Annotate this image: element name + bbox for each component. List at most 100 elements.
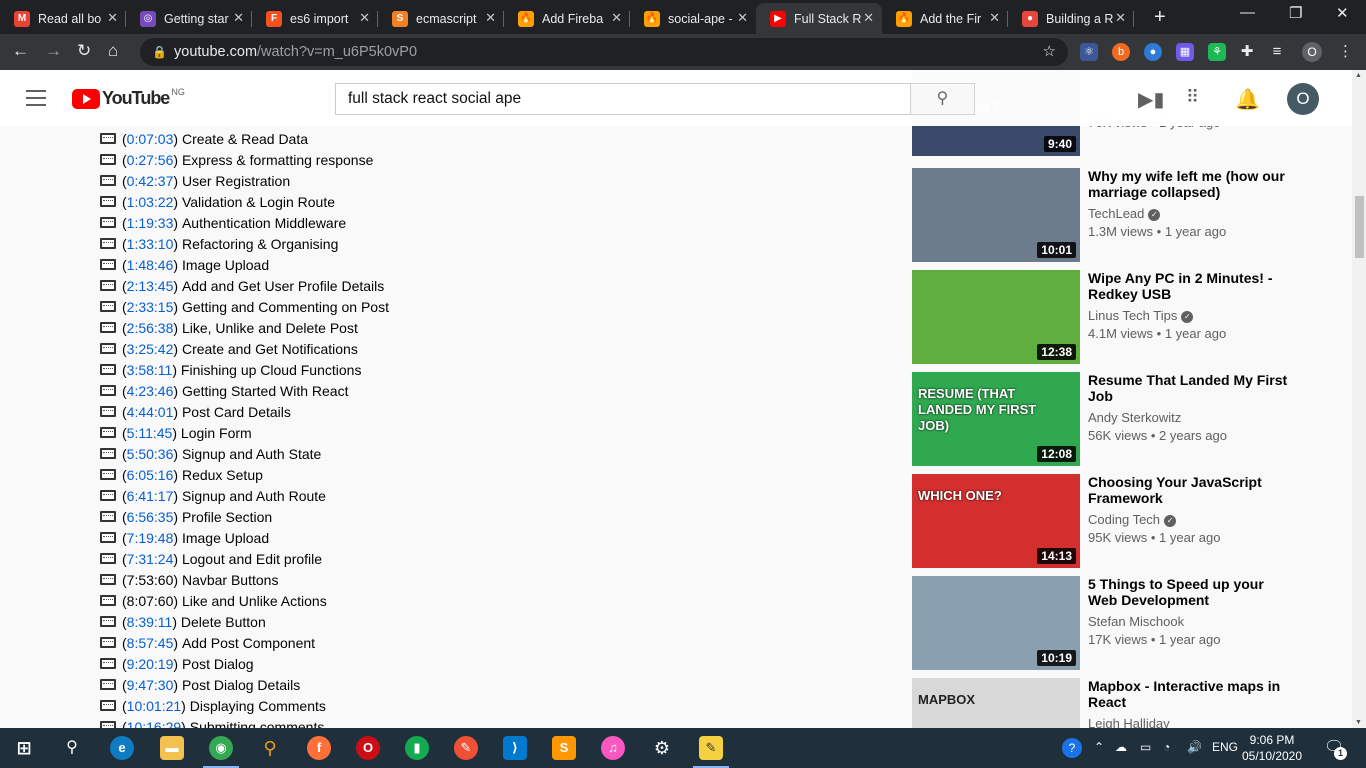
chapter-timestamp-link[interactable]: (5:50:36) xyxy=(122,446,182,462)
new-tab-button[interactable]: + xyxy=(1154,6,1166,29)
video-title[interactable]: Resume That Landed My First Job xyxy=(1088,372,1288,404)
notifications-bell-icon[interactable]: 🔔 xyxy=(1235,87,1260,112)
chapter-time[interactable]: 9:47:30 xyxy=(127,677,174,693)
vscode-icon[interactable]: ⟩ xyxy=(503,736,527,760)
chapter-timestamp-link[interactable]: (1:03:22) xyxy=(122,194,182,210)
apps-grid-icon[interactable]: ⠿ xyxy=(1186,87,1199,108)
chapter-time[interactable]: 5:50:36 xyxy=(127,446,174,462)
back-icon[interactable]: ← xyxy=(12,41,29,61)
volume-icon[interactable]: 🔊 xyxy=(1187,740,1202,754)
video-title[interactable]: Mapbox - Interactive maps in React xyxy=(1088,678,1288,710)
chapter-timestamp-link[interactable]: (6:05:16) xyxy=(122,467,182,483)
video-thumbnail[interactable]: WHICH ONE? 14:13 xyxy=(912,474,1080,568)
chapter-time[interactable]: 5:11:45 xyxy=(127,425,173,441)
windows-start-icon[interactable]: ⊞ xyxy=(12,736,36,760)
chapter-timestamp-link[interactable]: (8:57:45) xyxy=(122,635,182,651)
chapter-time[interactable]: 8:39:11 xyxy=(127,614,173,630)
browser-tab[interactable]: 🔥 social-ape - ✕ xyxy=(630,3,756,34)
system-clock[interactable]: 9:06 PM 05/10/2020 xyxy=(1240,732,1304,764)
file-explorer-icon[interactable]: ▬ xyxy=(160,736,184,760)
chapter-time[interactable]: 1:33:10 xyxy=(127,236,174,252)
tab-close-icon[interactable]: ✕ xyxy=(233,10,244,26)
chapter-timestamp-link[interactable]: (4:44:01) xyxy=(122,404,182,420)
video-title[interactable]: Choosing Your JavaScript Framework xyxy=(1088,474,1288,506)
home-icon[interactable]: ⌂ xyxy=(108,41,118,61)
reload-icon[interactable]: ↻ xyxy=(77,41,91,61)
video-thumbnail[interactable]: 12:38 xyxy=(912,270,1080,364)
chapter-timestamp-link[interactable]: (1:33:10) xyxy=(122,236,182,252)
browser-tab[interactable]: 🔥 Add Fireba ✕ xyxy=(504,3,630,34)
chapter-timestamp-link[interactable]: (2:13:45) xyxy=(122,278,182,294)
chapter-timestamp-link[interactable]: (1:48:46) xyxy=(122,257,182,273)
channel-name[interactable]: Andy Sterkowitz xyxy=(1088,410,1181,425)
chapter-time[interactable]: 1:03:22 xyxy=(127,194,174,210)
chapter-timestamp-link[interactable]: (10:16:29) xyxy=(122,719,190,729)
chrome-icon[interactable]: ◉ xyxy=(203,736,239,768)
chapter-timestamp-link[interactable]: (4:23:46) xyxy=(122,383,182,399)
video-thumbnail[interactable]: 10:01 xyxy=(912,168,1080,262)
extension-b-icon[interactable]: b xyxy=(1112,43,1130,61)
video-thumbnail[interactable]: 10:19 xyxy=(912,576,1080,670)
chapter-time[interactable]: 4:23:46 xyxy=(127,383,174,399)
chapter-time[interactable]: 10:16:29 xyxy=(127,719,182,729)
browser-menu-icon[interactable]: ⋮ xyxy=(1338,42,1353,60)
network-icon[interactable]: ◔ xyxy=(1163,740,1170,754)
restore-button[interactable]: ❐ xyxy=(1289,4,1302,22)
video-title[interactable]: 5 Things to Speed up your Web Developmen… xyxy=(1088,576,1288,608)
search-input[interactable]: full stack react social ape xyxy=(335,83,911,115)
chapter-time[interactable]: 6:41:17 xyxy=(127,488,174,504)
chapter-timestamp-link[interactable]: (9:20:19) xyxy=(122,656,182,672)
create-video-icon[interactable]: ▶▮ xyxy=(1138,87,1164,112)
help-icon[interactable]: ? xyxy=(1062,738,1082,758)
tab-close-icon[interactable]: ✕ xyxy=(107,10,118,26)
chapter-timestamp-link[interactable]: (2:56:38) xyxy=(122,320,182,336)
chapter-timestamp-link[interactable]: (10:01:21) xyxy=(122,698,190,714)
chapter-timestamp-link[interactable]: (9:47:30) xyxy=(122,677,182,693)
taskbar-search-icon[interactable]: ⚲ xyxy=(60,736,84,760)
chapter-timestamp-link[interactable]: (6:56:35) xyxy=(122,509,182,525)
chapter-time[interactable]: 2:56:38 xyxy=(127,320,174,336)
related-video-card[interactable]: RESUME (THAT LANDED MY FIRST JOB) 12:08 Re… xyxy=(912,372,1332,466)
page-scrollbar[interactable]: ▲ ▼ xyxy=(1352,70,1366,728)
account-avatar[interactable]: O xyxy=(1287,83,1319,115)
chapter-time[interactable]: 2:13:45 xyxy=(127,278,174,294)
channel-name[interactable]: Leigh Halliday xyxy=(1088,716,1170,728)
itunes-icon[interactable]: ♫ xyxy=(601,736,625,760)
firefox-icon[interactable]: f xyxy=(307,736,331,760)
minimize-button[interactable]: — xyxy=(1240,4,1255,21)
chapter-time[interactable]: 3:25:42 xyxy=(127,341,174,357)
media-queue-icon[interactable]: ≡ xyxy=(1268,43,1286,61)
tab-close-icon[interactable]: ✕ xyxy=(1115,10,1126,26)
browser-tab[interactable]: 🔥 Add the Fir ✕ xyxy=(882,3,1008,34)
browser-tab[interactable]: ● Building a R ✕ xyxy=(1008,3,1134,34)
tab-close-icon[interactable]: ✕ xyxy=(359,10,370,26)
video-thumbnail[interactable]: RESUME (THAT LANDED MY FIRST JOB) 12:08 xyxy=(912,372,1080,466)
video-title[interactable]: Why my wife left me (how our marriage co… xyxy=(1088,168,1288,200)
chapter-time[interactable]: 0:07:03 xyxy=(127,131,174,147)
extension-grid-icon[interactable]: ▦ xyxy=(1176,43,1194,61)
chapter-time[interactable]: 8:57:45 xyxy=(127,635,174,651)
chapter-time[interactable]: 2:33:15 xyxy=(127,299,174,315)
bookmark-star-icon[interactable]: ☆ xyxy=(1043,38,1056,66)
chapter-time[interactable]: 1:48:46 xyxy=(127,257,174,273)
search-button[interactable]: ⚲ xyxy=(910,83,975,115)
chapter-timestamp-link[interactable]: (5:11:45) xyxy=(122,425,181,441)
chapter-time[interactable]: 0:42:37 xyxy=(127,173,174,189)
chapter-timestamp-link[interactable]: (0:27:56) xyxy=(122,152,182,168)
channel-name[interactable]: Stefan Mischook xyxy=(1088,614,1184,629)
browser-tab[interactable]: Secmascript ✕ xyxy=(378,3,504,34)
chapter-timestamp-link[interactable]: (0:07:03) xyxy=(122,131,182,147)
chapter-timestamp-link[interactable]: (0:42:37) xyxy=(122,173,182,189)
browser-tab[interactable]: ◎ Getting star ✕ xyxy=(126,3,252,34)
edge-icon[interactable]: e xyxy=(110,736,134,760)
channel-name[interactable]: Linus Tech Tips xyxy=(1088,308,1177,323)
tab-close-icon[interactable]: ✕ xyxy=(863,10,874,26)
browser-profile-avatar[interactable]: O xyxy=(1302,42,1322,62)
youtube-logo[interactable]: YouTube NG xyxy=(72,87,185,109)
scrollbar-thumb[interactable] xyxy=(1355,196,1364,258)
channel-name[interactable]: Coding Tech xyxy=(1088,512,1160,527)
tab-close-icon[interactable]: ✕ xyxy=(485,10,496,26)
chapter-timestamp-link[interactable]: (3:25:42) xyxy=(122,341,182,357)
battery-icon[interactable]: ▭ xyxy=(1140,740,1151,754)
tab-close-icon[interactable]: ✕ xyxy=(611,10,622,26)
